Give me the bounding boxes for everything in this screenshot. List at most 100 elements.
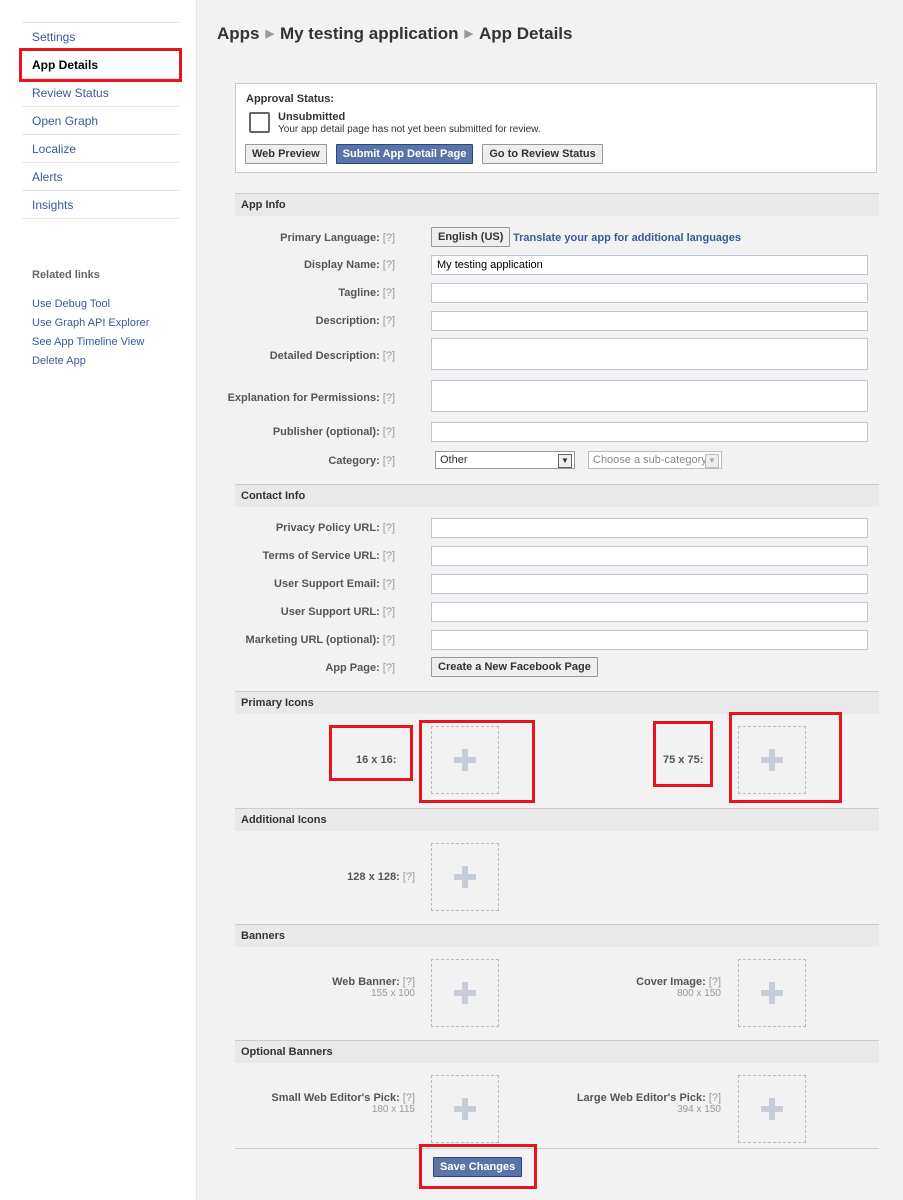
help-icon[interactable]: [?] (383, 606, 395, 618)
language-button[interactable]: English (US) (431, 227, 511, 247)
create-page-button[interactable]: Create a New Facebook Page (431, 657, 598, 677)
category-select[interactable]: Other ▼ (435, 451, 575, 469)
help-icon[interactable]: [?] (403, 871, 415, 883)
sidebar-item-open-graph[interactable]: Open Graph (22, 107, 179, 135)
sidebar-item-localize[interactable]: Localize (22, 135, 179, 163)
banners-section: Banners Web Banner: [?] 155 x 100 Cover Im… (235, 924, 879, 1039)
field-label: Privacy Policy URL: [?] (275, 522, 395, 534)
privacy-url-input[interactable] (431, 518, 868, 538)
help-icon[interactable]: [?] (383, 550, 395, 562)
description-input[interactable] (431, 311, 868, 331)
help-icon[interactable]: [?] (383, 455, 395, 467)
breadcrumb-apps[interactable]: Apps (217, 24, 260, 43)
main-content: Apps ▶ My testing application ▶ App Details … (197, 0, 903, 1200)
plus-icon (761, 982, 783, 1004)
sidebar-item-review-status[interactable]: Review Status (22, 79, 179, 107)
sidebar-item-insights[interactable]: Insights (22, 191, 179, 219)
contact-info-section: Contact Info Privacy Policy URL: [?] Term… (235, 484, 879, 689)
divider (235, 1148, 879, 1149)
help-icon[interactable]: [?] (403, 976, 415, 988)
delete-app-link[interactable]: Delete App (32, 352, 149, 371)
help-icon[interactable]: [?] (383, 662, 395, 674)
icon-size-label: 128 x 128: [?] (347, 871, 415, 883)
help-icon[interactable]: [?] (383, 522, 395, 534)
help-icon[interactable]: [?] (383, 350, 395, 362)
subcategory-select[interactable]: Choose a sub-category ▼ (588, 451, 722, 469)
status-message: Your app detail page has not yet been su… (278, 124, 541, 135)
small-pick-upload[interactable] (431, 1075, 499, 1143)
cover-image-upload[interactable] (738, 959, 806, 1027)
sidebar-item-app-details[interactable]: App Details (19, 48, 182, 82)
help-icon[interactable]: [?] (383, 232, 395, 244)
related-links: Use Debug Tool Use Graph API Explorer Se… (32, 295, 149, 371)
section-title: Optional Banners (235, 1040, 879, 1063)
review-status-button[interactable]: Go to Review Status (482, 144, 603, 164)
translate-link[interactable]: Translate your app for additional langua… (513, 232, 741, 244)
help-icon[interactable]: [?] (383, 578, 395, 590)
breadcrumb: Apps ▶ My testing application ▶ App Details (217, 24, 573, 44)
help-icon[interactable]: [?] (383, 426, 395, 438)
help-icon[interactable]: [?] (383, 315, 395, 327)
help-icon[interactable]: [?] (383, 392, 395, 404)
breadcrumb-app[interactable]: My testing application (280, 24, 459, 43)
sidebar: Settings App Details Review Status Open … (0, 0, 197, 1200)
icon-128-upload[interactable] (431, 843, 499, 911)
publisher-input[interactable] (431, 422, 868, 442)
field-label: Tagline: [?] (338, 287, 395, 299)
annotation-box (419, 720, 535, 803)
field-label: App Page: [?] (325, 662, 395, 674)
large-pick-upload[interactable] (738, 1075, 806, 1143)
help-icon[interactable]: [?] (709, 976, 721, 988)
sidebar-item-alerts[interactable]: Alerts (22, 163, 179, 191)
app-info-section: App Info Primary Language: [?] English (U… (228, 193, 879, 481)
marketing-url-input[interactable] (431, 630, 868, 650)
support-url-input[interactable] (431, 602, 868, 622)
field-label: User Support Email: [?] (274, 578, 395, 590)
field-label: Category: [?] (328, 455, 395, 467)
permissions-textarea[interactable] (431, 380, 868, 412)
section-title: Banners (235, 924, 879, 947)
additional-icons-section: Additional Icons 128 x 128: [?] (235, 808, 879, 923)
annotation-box (653, 721, 713, 787)
breadcrumb-arrow-icon: ▶ (464, 28, 473, 40)
plus-icon (761, 1098, 783, 1120)
plus-icon (454, 1098, 476, 1120)
field-label: Primary Language: [?] (280, 232, 395, 244)
web-preview-button[interactable]: Web Preview (245, 144, 327, 164)
page-title: App Details (478, 24, 573, 43)
graph-explorer-link[interactable]: Use Graph API Explorer (32, 314, 149, 333)
annotation-box (329, 725, 413, 781)
optional-banners-section: Optional Banners Small Web Editor's Pick… (235, 1040, 879, 1150)
field-label: Detailed Description: [?] (269, 350, 395, 362)
approval-status-panel: Approval Status: Unsubmitted Your app de… (235, 83, 877, 173)
help-icon[interactable]: [?] (709, 1092, 721, 1104)
annotation-box (419, 1144, 537, 1189)
banner-label: Small Web Editor's Pick: [?] 180 x 115 (271, 1092, 415, 1115)
plus-icon (454, 866, 476, 888)
approval-title: Approval Status: (246, 93, 335, 105)
help-icon[interactable]: [?] (383, 259, 395, 271)
status-text: Unsubmitted (278, 111, 346, 123)
timeline-view-link[interactable]: See App Timeline View (32, 333, 149, 352)
help-icon[interactable]: [?] (403, 1092, 415, 1104)
section-title: Primary Icons (235, 691, 879, 714)
debug-tool-link[interactable]: Use Debug Tool (32, 295, 149, 314)
tos-url-input[interactable] (431, 546, 868, 566)
detailed-description-textarea[interactable] (431, 338, 868, 370)
display-name-input[interactable]: My testing application (431, 255, 868, 275)
submit-app-detail-button[interactable]: Submit App Detail Page (335, 144, 474, 164)
support-email-input[interactable] (431, 574, 868, 594)
help-icon[interactable]: [?] (383, 287, 395, 299)
status-icon (249, 112, 270, 133)
field-label: Marketing URL (optional): [?] (245, 634, 395, 646)
banner-label: Web Banner: [?] 155 x 100 (332, 976, 415, 999)
web-banner-upload[interactable] (431, 959, 499, 1027)
help-icon[interactable]: [?] (383, 634, 395, 646)
tagline-input[interactable] (431, 283, 868, 303)
plus-icon (454, 982, 476, 1004)
field-label: Display Name: [?] (303, 259, 395, 271)
field-label: Description: [?] (315, 315, 395, 327)
sidebar-item-settings[interactable]: Settings (22, 23, 179, 51)
breadcrumb-arrow-icon: ▶ (265, 28, 274, 40)
annotation-box (729, 712, 842, 803)
